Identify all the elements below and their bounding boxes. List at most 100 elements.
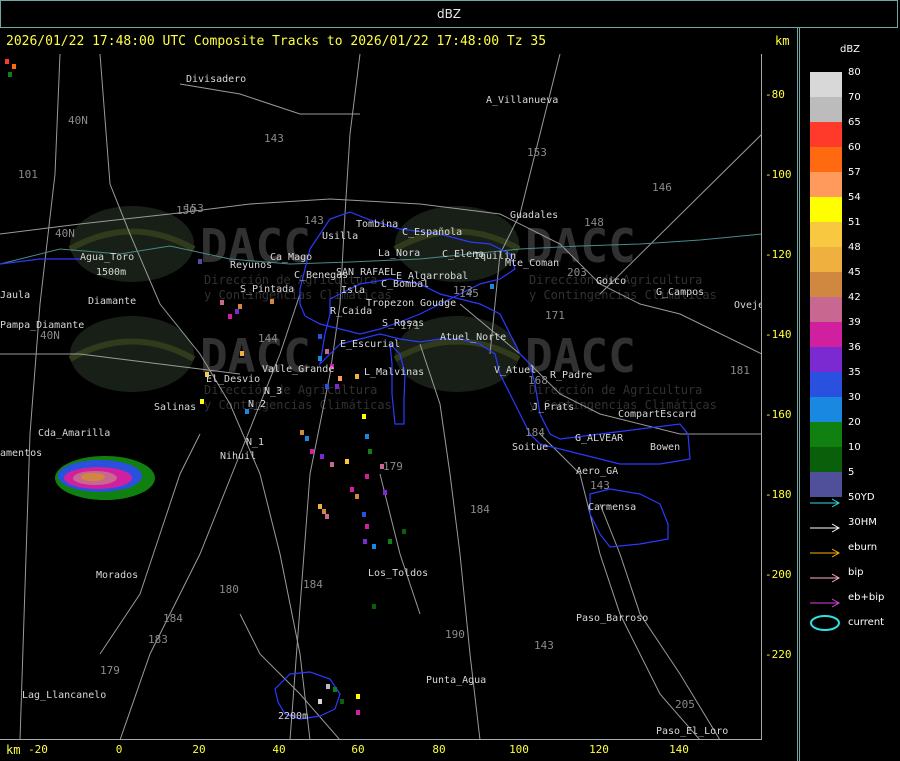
place-label: amentos — [0, 448, 42, 459]
radar-echo — [388, 539, 392, 544]
route-label: 179 — [100, 664, 120, 677]
legend-swatch — [810, 97, 842, 122]
y-tick: -120 — [765, 248, 792, 261]
legend-value: 35 — [848, 367, 861, 378]
radar-echo — [356, 694, 360, 699]
legend-value: 36 — [848, 342, 861, 353]
legend-value: 51 — [848, 217, 861, 228]
legend-swatch — [810, 422, 842, 447]
place-label: N_3 — [264, 386, 282, 397]
legend-swatch — [810, 147, 842, 172]
route-label: 150 — [176, 204, 196, 217]
place-label: R_Caida — [330, 306, 372, 317]
x-tick: 80 — [432, 743, 446, 756]
place-label: 1500m — [96, 267, 126, 278]
place-label: S_Rosas — [382, 318, 424, 329]
place-label: Divisadero — [186, 74, 246, 85]
route-label: 179 — [383, 460, 403, 473]
header-timestamp: 2026/01/22 17:48:00 UTC Composite Tracks… — [6, 34, 547, 49]
place-label: Goico — [596, 276, 626, 287]
place-label: Paso_El_Loro — [656, 726, 728, 737]
radar-echo — [270, 299, 274, 304]
radar-echo — [338, 376, 342, 381]
route-label: 144 — [258, 332, 278, 345]
track-label: eburn — [848, 542, 878, 553]
radar-echo — [228, 314, 232, 319]
route-label: 145 — [459, 287, 479, 300]
radar-echo — [300, 430, 304, 435]
route-label: 203 — [567, 266, 587, 279]
place-label: A_Villanueva — [486, 95, 558, 106]
route-label: 184 — [525, 426, 545, 439]
radar-echo — [305, 436, 309, 441]
radar-echo — [12, 64, 16, 69]
route-label: 143 — [304, 214, 324, 227]
x-tick: 140 — [669, 743, 689, 756]
legend-swatch — [810, 297, 842, 322]
place-label: Reyunos — [230, 260, 272, 271]
radar-echo — [362, 414, 366, 419]
radar-echo — [365, 434, 369, 439]
route-label: 184 — [470, 503, 490, 516]
place-label: La_Nora — [378, 248, 420, 259]
place-label: Usilla — [322, 231, 358, 242]
place-label: G_ALVEAR — [575, 433, 624, 444]
place-label: Mte_Coman — [505, 258, 559, 269]
window-title: dBZ — [436, 7, 462, 21]
place-label: G_Campos — [656, 287, 704, 298]
place-label: Goudge — [420, 298, 456, 309]
radar-echo — [318, 356, 322, 361]
legend-value: 5 — [848, 467, 855, 478]
place-label: Jaula — [0, 290, 30, 301]
radar-echo — [320, 454, 324, 459]
legend-swatch — [810, 347, 842, 372]
place-label: N_1 — [246, 437, 264, 448]
radar-map[interactable]: DACC Dirección de Agricultura y Contingenc… — [0, 54, 762, 740]
track-label: 50YD — [848, 492, 875, 503]
y-tick: -140 — [765, 328, 792, 341]
place-label: Isla — [341, 285, 365, 296]
current-ellipse-icon — [810, 615, 842, 631]
radar-echo — [325, 349, 329, 354]
place-label: Lag_Llancanelo — [22, 690, 106, 701]
radar-echo — [330, 462, 334, 467]
place-label: Guadales — [510, 210, 558, 221]
x-tick: 100 — [509, 743, 529, 756]
radar-echo — [372, 544, 376, 549]
radar-echo — [318, 504, 322, 509]
dacc-watermark: DACCDirección de Agriculturay Contingenc… — [393, 316, 717, 412]
radar-echo — [310, 449, 314, 454]
radar-echo — [383, 490, 387, 495]
place-label: El_Desvio — [206, 374, 260, 385]
watermark-line1: Dirección de Agricultura — [204, 383, 377, 397]
x-tick: 120 — [589, 743, 609, 756]
place-label: Cda_Amarilla — [38, 428, 110, 439]
place-label: Bowen — [650, 442, 680, 453]
radar-echo — [368, 449, 372, 454]
track-arrow-icon — [810, 543, 842, 558]
radar-echo — [350, 487, 354, 492]
place-label: Carmensa — [588, 502, 636, 513]
x-tick: -20 — [28, 743, 48, 756]
place-label: Tropezon — [366, 298, 414, 309]
place-label: Atuel_Norte — [440, 332, 506, 343]
radar-echo — [326, 684, 330, 689]
roads — [0, 54, 761, 739]
place-label: L_Malvinas — [364, 367, 424, 378]
legend-swatch — [810, 72, 842, 97]
place-label: C_Española — [402, 227, 462, 238]
place-label: C_Bombal — [381, 279, 429, 290]
legend-swatch — [810, 122, 842, 147]
radar-echo — [5, 59, 9, 64]
route-label: 181 — [730, 364, 750, 377]
radar-echo — [220, 300, 224, 305]
place-label: Los_Toldos — [368, 568, 428, 579]
route-label: 143 — [264, 132, 284, 145]
place-label: N_2 — [248, 399, 266, 410]
route-label: 183 — [148, 633, 168, 646]
legend-value: 39 — [848, 317, 861, 328]
route-label: 143 — [534, 639, 554, 652]
x-tick: 0 — [115, 743, 123, 756]
watermark: DACCDirección de Agriculturay Contingenc… — [68, 206, 717, 412]
radar-echo — [363, 539, 367, 544]
